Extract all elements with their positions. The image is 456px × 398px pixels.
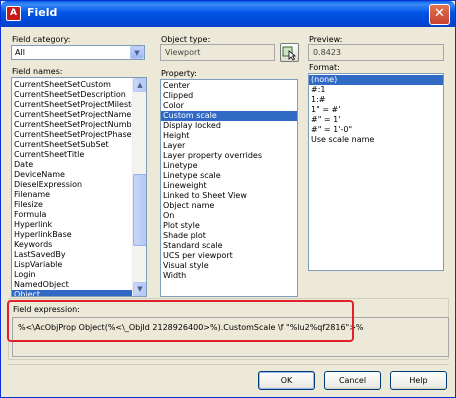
field-name-item[interactable]: Object bbox=[12, 290, 132, 296]
property-item[interactable]: Linetype bbox=[161, 161, 297, 171]
format-item[interactable]: #:1 bbox=[309, 85, 443, 95]
scroll-thumb[interactable] bbox=[133, 174, 146, 246]
property-label: Property: bbox=[161, 69, 197, 78]
field-name-item[interactable]: NamedObject bbox=[12, 280, 132, 290]
dialog-title: Field bbox=[27, 6, 58, 19]
property-item[interactable]: Custom scale bbox=[161, 111, 297, 121]
field-category-dropdown[interactable]: All ▼ bbox=[11, 45, 145, 60]
field-name-item[interactable]: Hyperlink bbox=[12, 220, 132, 230]
property-item[interactable]: Clipped bbox=[161, 91, 297, 101]
property-item[interactable]: Display locked bbox=[161, 121, 297, 131]
format-label: Format: bbox=[309, 63, 340, 72]
cancel-button[interactable]: Cancel bbox=[324, 371, 381, 390]
property-item[interactable]: Layer bbox=[161, 141, 297, 151]
field-category-value: All bbox=[15, 48, 25, 57]
property-item[interactable]: Center bbox=[161, 81, 297, 91]
format-item[interactable]: #" = 1' bbox=[309, 115, 443, 125]
close-button[interactable]: ✕ bbox=[429, 4, 450, 25]
field-dialog: A Field ✕ Field category: All ▼ Field na… bbox=[0, 0, 456, 398]
field-name-item[interactable]: CurrentSheetSetSubSet bbox=[12, 140, 132, 150]
field-name-item[interactable]: CurrentSheetSetProjectPhase bbox=[12, 130, 132, 140]
format-item[interactable]: 1:# bbox=[309, 95, 443, 105]
property-item[interactable]: On bbox=[161, 211, 297, 221]
field-name-item[interactable]: Keywords bbox=[12, 240, 132, 250]
divider bbox=[8, 364, 449, 365]
property-item[interactable]: Lineweight bbox=[161, 181, 297, 191]
format-item[interactable]: 1" = #' bbox=[309, 105, 443, 115]
field-name-item[interactable]: CurrentSheetSetProjectMilestone bbox=[12, 100, 132, 110]
scroll-up-icon[interactable]: ▲ bbox=[133, 78, 146, 92]
field-name-item[interactable]: DieselExpression bbox=[12, 180, 132, 190]
property-item[interactable]: UCS per viewport bbox=[161, 251, 297, 261]
format-item[interactable]: #" = 1'-0" bbox=[309, 125, 443, 135]
property-item[interactable]: Object name bbox=[161, 201, 297, 211]
format-list[interactable]: (none) #:1 1:# 1" = #' #" = 1' #" = 1'-0" Use … bbox=[308, 73, 444, 271]
field-name-item[interactable]: CurrentSheetTitle bbox=[12, 150, 132, 160]
field-name-item[interactable]: Login bbox=[12, 270, 132, 280]
select-object-icon bbox=[282, 46, 297, 61]
property-item[interactable]: Layer property overrides bbox=[161, 151, 297, 161]
format-item[interactable]: Use scale name bbox=[309, 135, 443, 145]
preview-value: 0.8423 bbox=[313, 48, 341, 57]
field-name-item[interactable]: CurrentSheetSetProjectName bbox=[12, 110, 132, 120]
help-button[interactable]: Help bbox=[390, 371, 447, 390]
object-type-field: Viewport bbox=[160, 44, 275, 61]
property-list[interactable]: Center Clipped Color Custom scale Display lo… bbox=[160, 79, 298, 297]
preview-label: Preview: bbox=[309, 35, 343, 44]
chevron-down-icon[interactable]: ▼ bbox=[130, 46, 144, 59]
field-category-label: Field category: bbox=[12, 35, 71, 44]
field-name-item[interactable]: CurrentSheetSetDescription bbox=[12, 90, 132, 100]
field-name-item[interactable]: HyperlinkBase bbox=[12, 230, 132, 240]
field-name-item[interactable]: Filesize bbox=[12, 200, 132, 210]
field-name-item[interactable]: Filename bbox=[12, 190, 132, 200]
property-item[interactable]: Linked to Sheet View bbox=[161, 191, 297, 201]
field-names-scrollbar[interactable]: ▲ ▼ bbox=[132, 78, 146, 296]
select-object-button[interactable] bbox=[280, 43, 299, 62]
property-item[interactable]: Visual style bbox=[161, 261, 297, 271]
field-names-list[interactable]: CurrentSheetSetCustom CurrentSheetSetDesc… bbox=[11, 77, 147, 297]
property-item[interactable]: Linetype scale bbox=[161, 171, 297, 181]
field-name-item[interactable]: Formula bbox=[12, 210, 132, 220]
title-bar[interactable]: A Field ✕ bbox=[1, 1, 455, 27]
field-name-item[interactable]: LastSavedBy bbox=[12, 250, 132, 260]
property-item[interactable]: Width bbox=[161, 271, 297, 281]
preview-field: 0.8423 bbox=[308, 44, 444, 61]
format-item[interactable]: (none) bbox=[309, 75, 443, 85]
ok-button[interactable]: OK bbox=[258, 371, 315, 390]
autocad-icon: A bbox=[6, 6, 21, 21]
field-name-item[interactable]: LispVariable bbox=[12, 260, 132, 270]
field-name-item[interactable]: Date bbox=[12, 160, 132, 170]
property-item[interactable]: Height bbox=[161, 131, 297, 141]
scroll-down-icon[interactable]: ▼ bbox=[133, 282, 146, 296]
field-name-item[interactable]: CurrentSheetSetCustom bbox=[12, 80, 132, 90]
property-item[interactable]: Plot style bbox=[161, 221, 297, 231]
object-type-value: Viewport bbox=[165, 48, 201, 57]
field-name-item[interactable]: DeviceName bbox=[12, 170, 132, 180]
field-name-item[interactable]: CurrentSheetSetProjectNumber bbox=[12, 120, 132, 130]
field-names-label: Field names: bbox=[12, 67, 63, 76]
property-item[interactable]: Shade plot bbox=[161, 231, 297, 241]
annotation-highlight bbox=[7, 300, 354, 342]
object-type-label: Object type: bbox=[161, 35, 211, 44]
property-item[interactable]: Standard scale bbox=[161, 241, 297, 251]
property-item[interactable]: Color bbox=[161, 101, 297, 111]
